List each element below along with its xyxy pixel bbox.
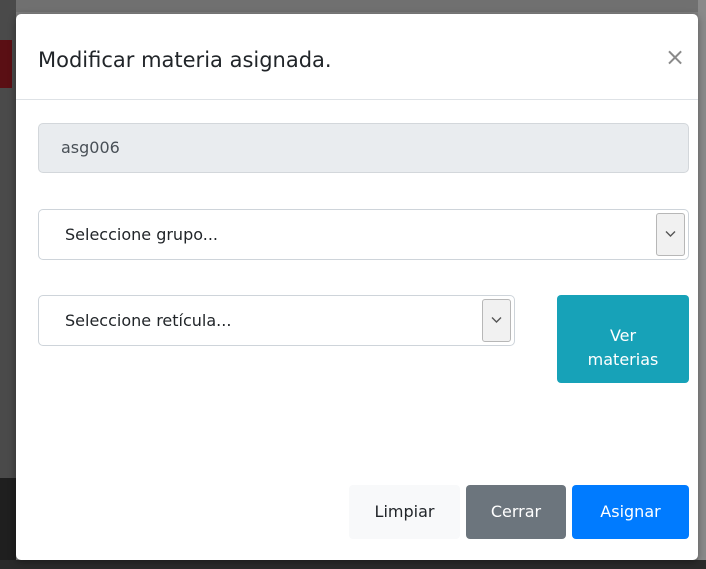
chevron-down-icon[interactable] bbox=[656, 213, 685, 256]
grupo-select-value: Seleccione grupo... bbox=[65, 225, 218, 244]
backdrop-bottom bbox=[0, 560, 706, 569]
close-icon[interactable]: × bbox=[662, 44, 688, 70]
limpiar-button[interactable]: Limpiar bbox=[349, 485, 460, 539]
ver-materias-button[interactable]: Ver materias bbox=[557, 295, 689, 383]
ver-materias-label-line2: materias bbox=[587, 350, 659, 369]
backdrop-stripe bbox=[0, 478, 16, 569]
modal-header: Modificar materia asignada. × bbox=[16, 14, 698, 100]
backdrop-stripe bbox=[0, 40, 12, 88]
ver-materias-label-line1: Ver bbox=[609, 326, 637, 345]
asignar-button[interactable]: Asignar bbox=[572, 485, 689, 539]
reticula-select-value: Seleccione retícula... bbox=[65, 311, 232, 330]
backdrop-right bbox=[698, 0, 706, 569]
assignment-id-field[interactable]: asg006 bbox=[38, 123, 689, 173]
cerrar-button[interactable]: Cerrar bbox=[466, 485, 566, 539]
backdrop-left bbox=[0, 0, 16, 569]
modal-title: Modificar materia asignada. bbox=[38, 48, 332, 72]
backdrop-top bbox=[0, 0, 706, 12]
modal-dialog: Modificar materia asignada. × asg006 Sel… bbox=[16, 14, 698, 560]
grupo-select[interactable]: Seleccione grupo... bbox=[38, 209, 689, 260]
reticula-select[interactable]: Seleccione retícula... bbox=[38, 295, 515, 346]
chevron-down-icon[interactable] bbox=[482, 299, 511, 342]
